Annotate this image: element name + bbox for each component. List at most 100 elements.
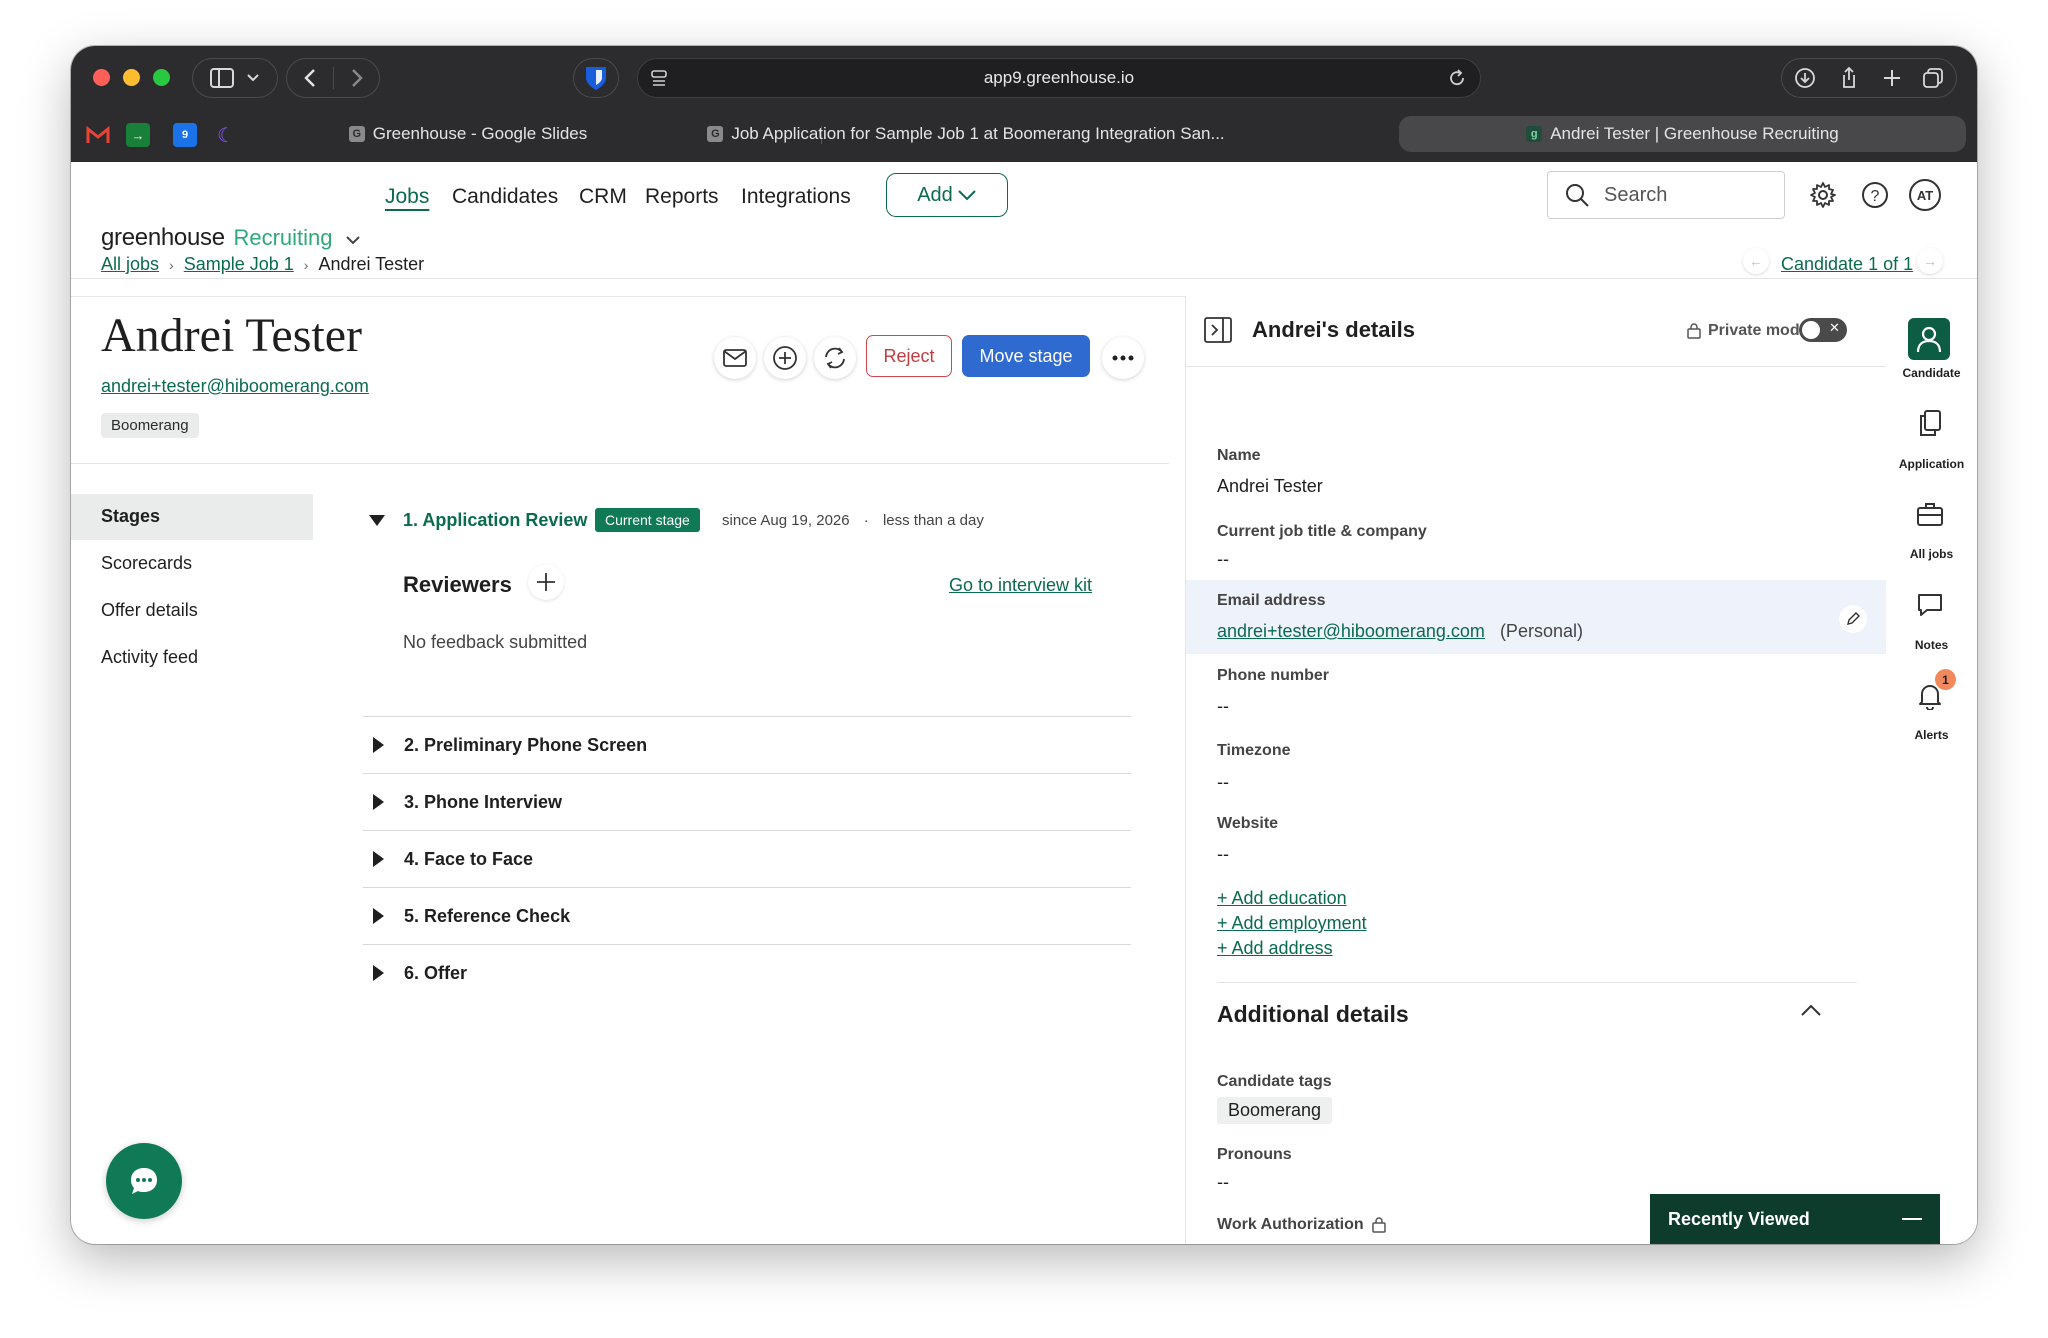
person-icon	[1916, 326, 1942, 353]
candidate-pager[interactable]: Candidate 1 of 1	[1781, 254, 1913, 275]
chat-button[interactable]	[106, 1143, 182, 1219]
tab-google-slides[interactable]: G Greenhouse - Google Slides	[253, 116, 683, 152]
stage-row-5[interactable]: 5. Reference Check	[363, 887, 1131, 944]
recently-viewed-bar[interactable]: Recently Viewed	[1650, 1194, 1940, 1244]
svg-text:?: ?	[1871, 188, 1880, 205]
caret-down-icon[interactable]	[369, 515, 385, 526]
settings-button[interactable]	[1808, 180, 1838, 210]
current-stage-badge: Current stage	[595, 508, 700, 532]
nav-candidates[interactable]: Candidates	[452, 185, 558, 209]
stage-row-2[interactable]: 2. Preliminary Phone Screen	[363, 716, 1131, 773]
stage-row-4[interactable]: 4. Face to Face	[363, 830, 1131, 887]
tab-job-application[interactable]: G Job Application for Sample Job 1 at Bo…	[691, 116, 1241, 152]
name-value: Andrei Tester	[1217, 476, 1323, 496]
phone-value: --	[1217, 696, 1229, 716]
search-icon	[1566, 184, 1589, 207]
nav-integrations[interactable]: Integrations	[741, 185, 851, 209]
private-mode-toggle[interactable]: ✕	[1799, 318, 1847, 342]
add-label: Add	[917, 183, 953, 206]
current-stage-title[interactable]: 1. Application Review	[403, 510, 587, 531]
job-value: --	[1217, 549, 1229, 569]
caret-right-icon	[373, 794, 384, 810]
candidate-email[interactable]: andrei+tester@hiboomerang.com	[101, 376, 369, 397]
email-value[interactable]: andrei+tester@hiboomerang.com	[1217, 621, 1485, 641]
add-reviewer-button[interactable]	[528, 564, 564, 600]
moon-extension-icon[interactable]: ☾	[214, 123, 238, 147]
calendar-icon[interactable]: 9	[173, 123, 197, 147]
email-button[interactable]	[714, 337, 756, 379]
search-input[interactable]: Search	[1547, 171, 1785, 219]
breadcrumb-job[interactable]: Sample Job 1	[184, 254, 294, 275]
close-window-button[interactable]	[93, 69, 110, 86]
email-label: Email address	[1217, 592, 1326, 609]
interview-kit-link[interactable]: Go to interview kit	[949, 575, 1092, 596]
nav-crm[interactable]: CRM	[579, 185, 627, 209]
page-settings-icon[interactable]	[650, 69, 668, 87]
sidebar-item-scorecards[interactable]: Scorecards	[101, 553, 192, 574]
email-type: (Personal)	[1499, 621, 1583, 641]
add-employment-link[interactable]: + Add employment	[1217, 913, 1367, 934]
nav-reports[interactable]: Reports	[645, 185, 719, 209]
share-icon[interactable]	[1838, 66, 1860, 90]
add-action-button[interactable]	[764, 337, 806, 379]
minimize-window-button[interactable]	[123, 69, 140, 86]
add-education-link[interactable]: + Add education	[1217, 888, 1347, 909]
alerts-count-badge: 1	[1935, 669, 1956, 690]
website-value: --	[1217, 844, 1229, 864]
job-label: Current job title & company	[1217, 523, 1427, 540]
candidate-tag-chip: Boomerang	[1217, 1097, 1333, 1124]
stage-row-6[interactable]: 6. Offer	[363, 944, 1131, 1001]
download-icon[interactable]	[1794, 67, 1816, 89]
reject-button[interactable]: Reject	[866, 335, 952, 377]
tab-overview-icon[interactable]	[1922, 67, 1944, 89]
sidebar-item-activity-feed[interactable]: Activity feed	[101, 647, 198, 668]
lock-icon	[1371, 1217, 1386, 1233]
new-tab-icon[interactable]	[1882, 68, 1902, 88]
gmail-icon[interactable]	[86, 123, 110, 147]
minimize-icon[interactable]	[1902, 1218, 1922, 1220]
previous-candidate-icon[interactable]: ←	[1743, 248, 1769, 274]
sheets-icon[interactable]: →	[126, 123, 150, 147]
reviewers-heading: Reviewers	[403, 572, 512, 597]
sidebar-item-stages-label[interactable]: Stages	[101, 506, 160, 527]
nav-jobs[interactable]: Jobs	[385, 185, 429, 209]
move-stage-button[interactable]: Move stage	[962, 335, 1090, 377]
sidebar-icon	[210, 68, 234, 88]
breadcrumb-trail: All jobs › Sample Job 1 › Andrei Tester	[101, 254, 424, 275]
tab-label: Job Application for Sample Job 1 at Boom…	[731, 124, 1225, 143]
password-manager-button[interactable]	[573, 58, 619, 98]
candidate-rail-button[interactable]	[1908, 318, 1950, 360]
breadcrumb-all-jobs[interactable]: All jobs	[101, 254, 159, 275]
forward-icon[interactable]	[350, 68, 364, 88]
speech-bubble-icon	[1918, 594, 1942, 616]
right-rail: Candidate Application All jobs Notes 1 A…	[1886, 296, 1977, 1244]
collapse-panel-icon[interactable]	[1204, 317, 1232, 348]
edit-email-button[interactable]	[1839, 605, 1867, 633]
caret-right-icon	[373, 908, 384, 924]
zoom-window-button[interactable]	[153, 69, 170, 86]
more-icon	[1112, 355, 1134, 361]
address-bar[interactable]: app9.greenhouse.io	[637, 58, 1481, 98]
sidebar-toggle-button[interactable]	[192, 58, 278, 98]
phone-label: Phone number	[1217, 667, 1330, 684]
help-button[interactable]: ?	[1860, 180, 1890, 210]
notes-rail-button[interactable]	[1917, 592, 1943, 623]
add-address-link[interactable]: + Add address	[1217, 938, 1333, 959]
divider	[1217, 982, 1857, 983]
transfer-button[interactable]	[814, 337, 856, 379]
avatar[interactable]: AT	[1909, 179, 1941, 211]
more-options-button[interactable]	[1102, 337, 1144, 379]
chevron-down-icon	[247, 74, 259, 82]
collapse-additional-button[interactable]	[1800, 1003, 1822, 1022]
application-rail-button[interactable]	[1917, 409, 1943, 442]
tab-active-candidate[interactable]: g Andrei Tester | Greenhouse Recruiting	[1399, 116, 1966, 152]
back-icon[interactable]	[303, 68, 317, 88]
reload-icon[interactable]	[1448, 69, 1466, 87]
next-candidate-icon[interactable]: →	[1917, 248, 1943, 274]
add-dropdown-button[interactable]: Add	[886, 173, 1008, 217]
all-jobs-rail-button[interactable]	[1916, 501, 1944, 532]
help-icon: ?	[1862, 182, 1888, 208]
sidebar-item-offer-details[interactable]: Offer details	[101, 600, 198, 621]
stage-row-3[interactable]: 3. Phone Interview	[363, 773, 1131, 830]
breadcrumb-current: Andrei Tester	[318, 254, 425, 274]
